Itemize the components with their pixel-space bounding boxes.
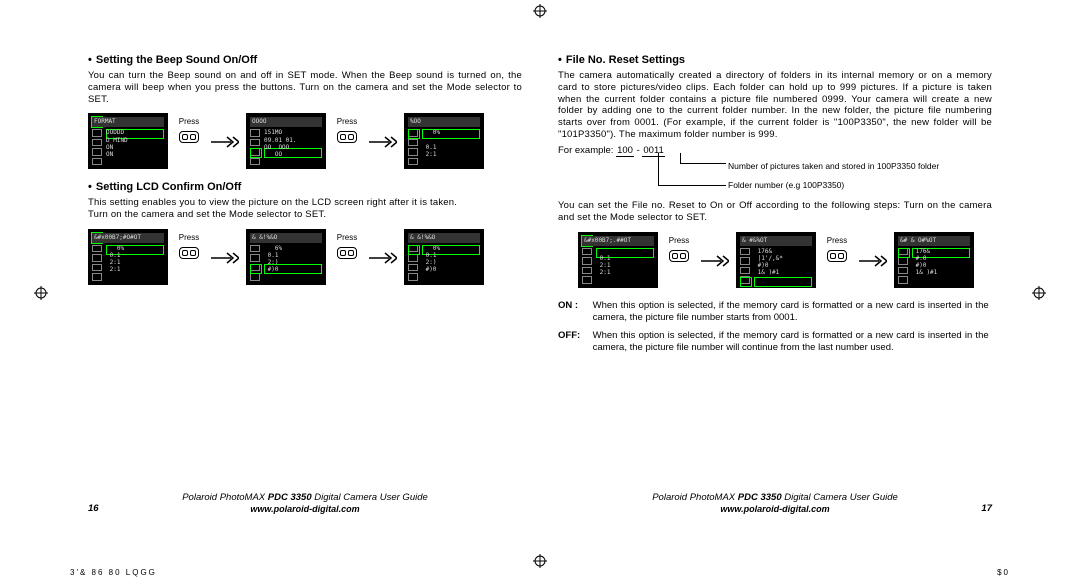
section-title-lcd: • Setting LCD Confirm On/Off [88,181,522,195]
screens-row-beep: FORMAT DODDD D MIND ON ON Press OOOO [88,113,522,169]
bullet-icon: • [558,54,562,68]
press-1: Press [664,232,694,262]
button-icon [669,250,689,262]
example-line: For example: 100 - 0011 [558,145,992,157]
arrow-icon [700,232,730,268]
registration-mark-icon [34,286,48,300]
screen-1: &#x00B7;.##OT 0.1 2:1 2:1 [578,232,658,288]
footer-title: Polaroid PhotoMAX PDC 3350 Digital Camer… [582,492,968,515]
bullet-icon: • [88,54,92,68]
page-spread: • Setting the Beep Sound On/Off You can t… [0,0,1080,525]
page-number: 17 [968,503,992,515]
callout-1: Number of pictures taken and stored in 1… [728,161,992,172]
section-title-beep: • Setting the Beep Sound On/Off [88,54,522,68]
footer-title: Polaroid PhotoMAX PDC 3350 Digital Camer… [112,492,498,515]
title-text: File No. Reset Settings [566,54,685,66]
print-footer: 3'& 86 80 LQGG $0 [70,568,1010,582]
body-fileno-2: You can set the File no. Reset to On or … [558,200,992,224]
arrow-icon [858,232,888,268]
body-beep: You can turn the Beep sound on and off i… [88,70,522,106]
button-icon [179,131,199,143]
arrow-icon [368,229,398,265]
bullet-icon: • [88,181,92,195]
page-right: • File No. Reset Settings The camera auto… [540,50,1010,525]
screen-3: &# & O#%OT 176& #.0 #)0 1& )#1 [894,232,974,288]
screens-row-lcd: &#x00B7;#O#OT 0% 0.1 2:1 2:1 Press & &!%… [88,229,522,285]
arrow-icon [368,113,398,149]
screens-row-fileno: &#x00B7;.##OT 0.1 2:1 2:1 Press & #&%OT [578,232,992,288]
footer-right: Polaroid PhotoMAX PDC 3350 Digital Camer… [558,492,992,515]
screen-3: %OO 0% 0.1 2:1 [404,113,484,169]
press-1: Press [174,229,204,259]
title-text: Setting the Beep Sound On/Off [96,54,257,66]
title-text: Setting LCD Confirm On/Off [96,181,241,193]
body-lcd: This setting enables you to view the pic… [88,197,522,221]
registration-mark-icon [533,4,547,18]
press-1: Press [174,113,204,143]
off-row: OFF: When this option is selected, if th… [558,330,992,354]
screen-2: & &!%&O 6% 0.1 2:) #)0 [246,229,326,285]
print-footer-right: $0 [997,568,1010,582]
screen-1: FORMAT DODDD D MIND ON ON [88,113,168,169]
screen-2: OOOO 151MO 09.01 01. OO OOO OO [246,113,326,169]
arrow-icon [210,229,240,265]
press-2: Press [332,113,362,143]
press-2: Press [822,232,852,262]
print-footer-left: 3'& 86 80 LQGG [70,568,157,582]
page-left: • Setting the Beep Sound On/Off You can t… [70,50,540,525]
press-2: Press [332,229,362,259]
button-icon [337,247,357,259]
button-icon [179,247,199,259]
button-icon [827,250,847,262]
screen-1: &#x00B7;#O#OT 0% 0.1 2:1 2:1 [88,229,168,285]
button-icon [337,131,357,143]
registration-mark-icon [1032,286,1046,300]
footer-left: 16 Polaroid PhotoMAX PDC 3350 Digital Ca… [88,492,522,515]
callout-2: Folder number (e.g 100P3350) [728,180,992,191]
callout-block: Number of pictures taken and stored in 1… [728,161,992,190]
body-fileno: The camera automatically created a direc… [558,70,992,141]
arrow-icon [210,113,240,149]
page-number: 16 [88,503,112,515]
section-title-fileno: • File No. Reset Settings [558,54,992,68]
on-row: ON : When this option is selected, if th… [558,300,992,324]
screen-2: & #&%OT 176& |1'/,&* #)0 1& )#1 [736,232,816,288]
screen-3: & &!%&O 0% 0.1 2:) #)0 [404,229,484,285]
registration-mark-icon [533,554,547,568]
